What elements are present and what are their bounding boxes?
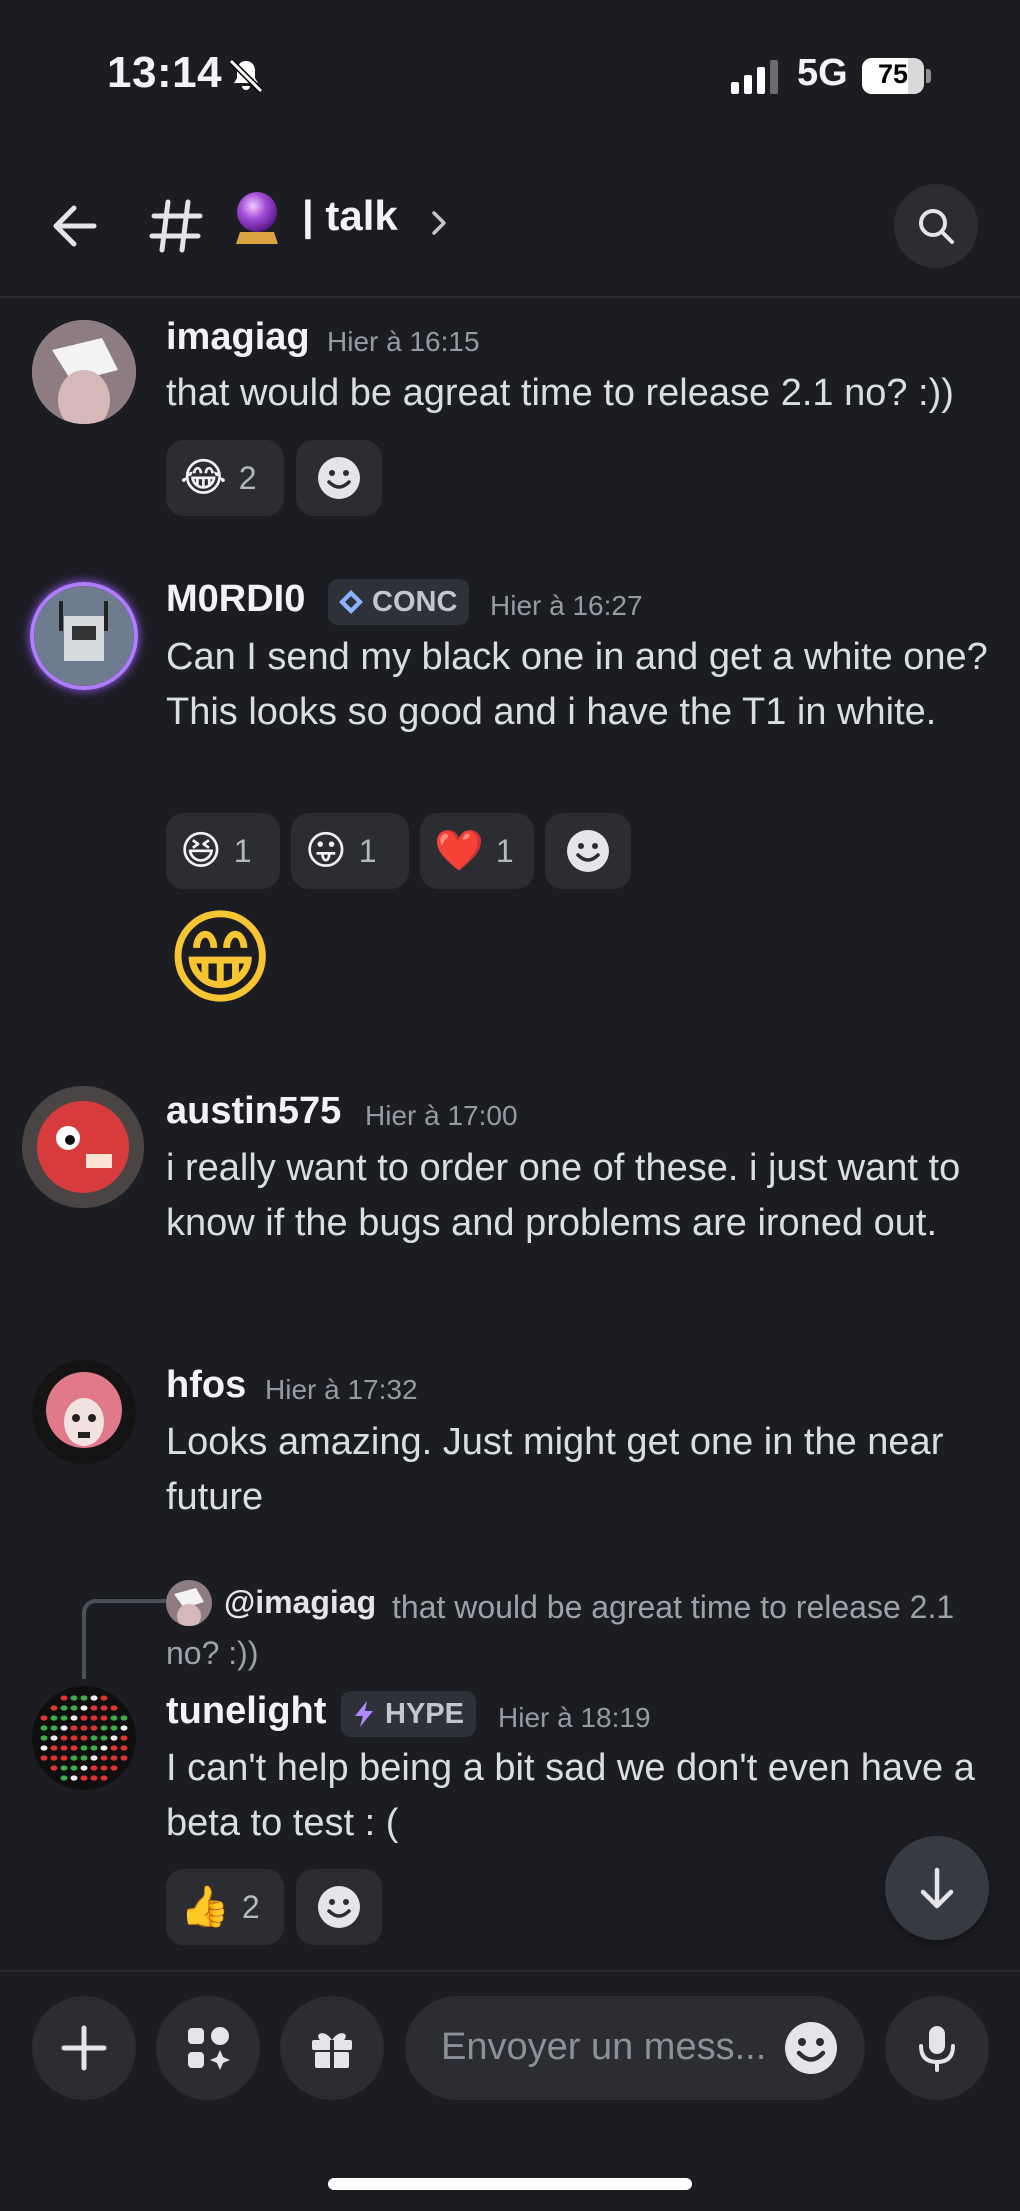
voice-message-button[interactable] [885,1996,989,2100]
role-badge: HYPE [341,1691,476,1737]
smiley-icon [567,830,609,872]
reaction-count: 1 [358,832,377,869]
emoji-picker-icon[interactable] [783,2020,839,2076]
plus-icon [61,2025,107,2071]
channel-hash-icon [149,199,203,253]
chevron-right-icon[interactable] [428,208,450,238]
message-input[interactable]: Envoyer un mess... [405,1996,865,2100]
microphone-icon [919,2026,955,2072]
battery-icon: 75 [862,58,932,94]
message-text: Can I send my black one in and get a whi… [166,636,988,733]
reaction-button[interactable]: 😆 1 [166,813,280,889]
username[interactable]: tunelight [166,1690,326,1733]
jump-to-bottom-button[interactable] [885,1836,989,1940]
message-input-placeholder: Envoyer un mess... [441,2026,767,2068]
timestamp: Hier à 17:32 [265,1374,418,1405]
back-arrow-icon[interactable] [44,198,100,254]
lightning-icon [355,1701,373,1727]
role-badge: CONC [328,579,470,625]
crystal-ball-icon [236,192,278,244]
avatar[interactable] [22,1086,144,1208]
header-divider [0,296,1020,298]
timestamp: Hier à 17:00 [365,1100,518,1131]
message-text: that would be agreat time to release 2.1… [166,372,954,414]
timestamp: Hier à 18:19 [498,1702,651,1733]
username[interactable]: hfos [166,1364,246,1407]
reaction-emoji: 👍 [180,1884,230,1930]
avatar[interactable] [30,582,138,690]
timestamp: Hier à 16:15 [327,326,480,357]
status-time: 13:14 [107,48,223,97]
reply-connector [82,1599,166,1679]
network-type: 5G [797,52,848,94]
username[interactable]: austin575 [166,1090,341,1133]
add-reaction-button[interactable] [296,1869,382,1945]
channel-title[interactable]: | talk [302,192,398,240]
avatar[interactable] [32,1686,136,1790]
timestamp: Hier à 16:27 [490,590,643,621]
reaction-button[interactable]: 😛 1 [291,813,409,889]
username[interactable]: imagiag [166,316,310,359]
gift-icon [312,2033,352,2068]
reply-username[interactable]: @imagiag [224,1584,376,1621]
composer-divider [0,1970,1020,1972]
reaction-count: 1 [495,832,514,869]
smiley-icon [318,1886,360,1928]
diamond-icon [339,590,363,614]
avatar[interactable] [32,1360,136,1464]
gift-button[interactable] [280,1996,384,2100]
reaction-count: 2 [238,459,257,496]
reaction-count: 2 [241,1888,260,1925]
apps-sparkle-icon [188,2027,230,2070]
reaction-button[interactable]: ❤️ 1 [420,813,534,889]
bell-muted-icon [228,58,264,94]
message-text: I can't help being a bit sad we don't ev… [166,1747,975,1844]
reaction-button[interactable]: 👍 2 [166,1869,284,1945]
reaction-emoji: 😂 [180,455,227,501]
attach-button[interactable] [32,1996,136,2100]
role-badge-label: CONC [372,585,458,618]
apps-button[interactable] [156,1996,260,2100]
message-text: i really want to order one of these. i j… [166,1147,961,1244]
big-emoji: 😁 [166,897,275,1019]
arrow-down-icon [920,1867,954,1909]
add-reaction-button[interactable] [296,440,382,516]
smiley-icon [318,457,360,499]
add-reaction-button[interactable] [545,813,631,889]
battery-level: 75 [877,59,909,89]
reaction-emoji: 😆 [180,828,222,874]
home-indicator [328,2178,692,2190]
username[interactable]: M0RDI0 [166,578,305,621]
reply-avatar [166,1580,212,1626]
avatar[interactable] [32,320,136,424]
reaction-button[interactable]: 😂 2 [166,440,284,516]
message-text: Looks amazing. Just might get one in the… [166,1421,944,1518]
signal-icon [731,60,778,94]
search-button[interactable] [894,184,978,268]
reaction-emoji: 😛 [305,828,347,874]
search-icon [919,209,954,244]
role-badge-label: HYPE [385,1697,464,1730]
reaction-count: 1 [233,832,252,869]
reaction-emoji: ❤️ [434,828,484,874]
